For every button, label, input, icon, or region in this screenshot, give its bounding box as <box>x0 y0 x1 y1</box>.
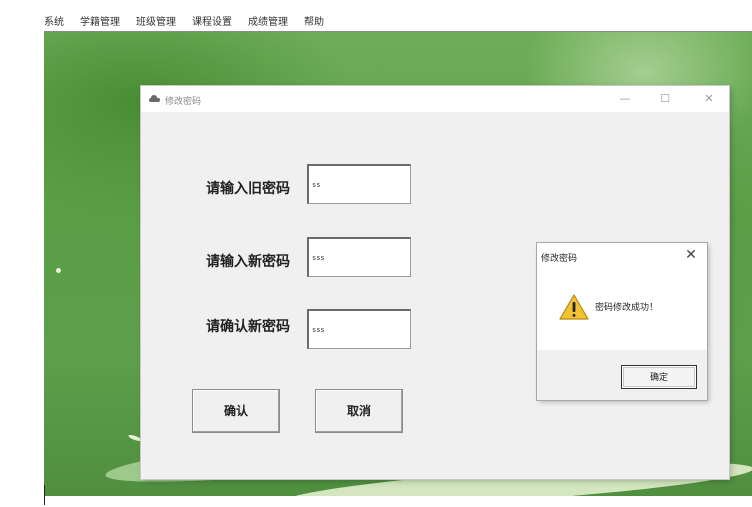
cloud-icon <box>149 95 160 102</box>
menu-item-class-management[interactable]: 班级管理 <box>136 13 176 28</box>
maximize-button[interactable]: ☐ <box>655 91 675 107</box>
confirm-button[interactable]: 确认 <box>192 389 280 433</box>
wallpaper-dot <box>56 268 61 273</box>
ok-button[interactable]: 确定 <box>621 365 697 389</box>
close-button[interactable]: ✕ <box>699 91 719 107</box>
menu-item-system[interactable]: 系统 <box>44 13 64 28</box>
menu-bar: 系统 学籍管理 班级管理 课程设置 成绩管理 帮助 <box>0 0 752 30</box>
old-password-label: 请输入旧密码 <box>206 181 290 197</box>
text-cursor <box>44 485 45 505</box>
message-box-close-button[interactable]: ✕ <box>681 245 701 265</box>
warning-icon <box>559 294 589 320</box>
confirm-password-label: 请确认新密码 <box>206 319 290 335</box>
success-message-box: 修改密码 ✕ 密码修改成功！ 确定 <box>537 243 707 400</box>
minimize-button[interactable]: — <box>615 91 635 107</box>
menu-item-help[interactable]: 帮助 <box>304 13 324 28</box>
message-text: 密码修改成功！ <box>595 303 659 313</box>
new-password-input[interactable] <box>307 237 411 277</box>
menu-item-student-records[interactable]: 学籍管理 <box>80 13 120 28</box>
confirm-password-input[interactable] <box>307 309 411 349</box>
cancel-button[interactable]: 取消 <box>315 389 403 433</box>
window-title: 修改密码 <box>165 97 202 107</box>
message-box-title: 修改密码 <box>541 254 578 264</box>
old-password-input[interactable] <box>307 164 411 204</box>
menu-item-grade-management[interactable]: 成绩管理 <box>248 13 288 28</box>
new-password-label: 请输入新密码 <box>206 254 290 270</box>
window-titlebar[interactable]: 修改密码 — ☐ ✕ <box>141 86 729 112</box>
menu-item-course-settings[interactable]: 课程设置 <box>192 13 232 28</box>
message-box-footer: 确定 <box>537 350 707 400</box>
